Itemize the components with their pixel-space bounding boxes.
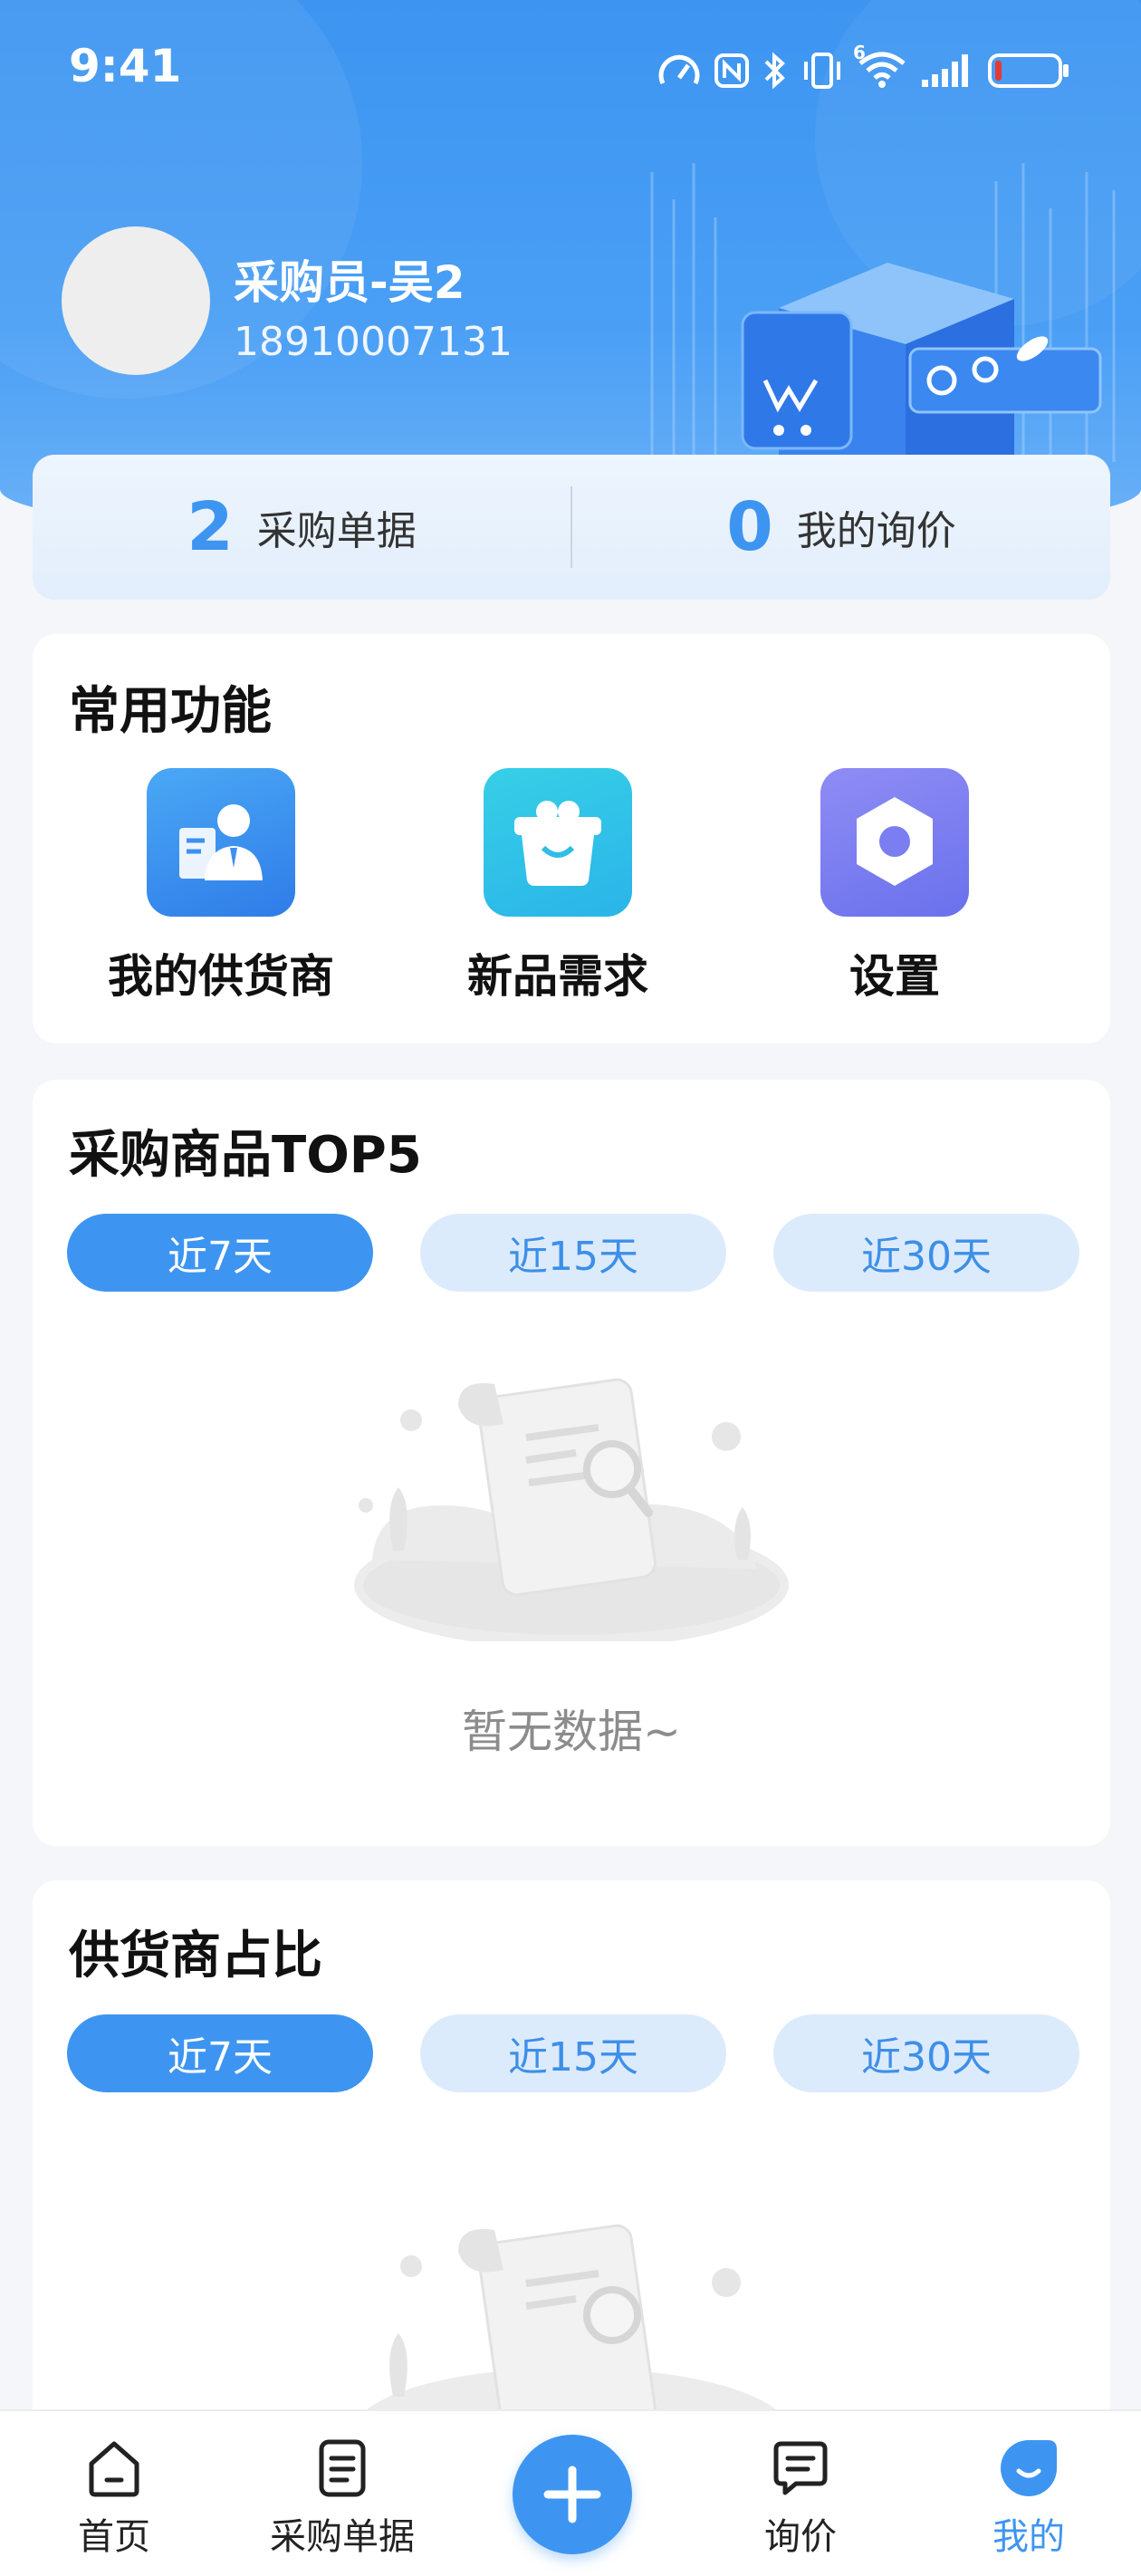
tab-30-days[interactable]: 近30天 <box>773 1214 1079 1292</box>
speedometer-icon <box>658 54 700 85</box>
profile-smile-icon <box>1001 2440 1057 2496</box>
nav-label: 采购单据 <box>270 2516 415 2558</box>
user-phone: 18910007131 <box>234 319 513 365</box>
plus-icon <box>543 2465 601 2523</box>
bluetooth-icon <box>764 52 785 90</box>
nav-label: 首页 <box>78 2516 150 2558</box>
stats-card: 2 采购单据 0 我的询价 <box>33 455 1110 600</box>
home-icon <box>89 2441 139 2497</box>
func-my-suppliers[interactable]: 我的供货商 <box>53 768 389 1005</box>
func-new-product-demand[interactable]: 新品需求 <box>389 768 726 1005</box>
stat-label: 我的询价 <box>796 508 956 554</box>
section-title: 采购商品TOP5 <box>69 1126 422 1185</box>
nav-home[interactable]: 首页 <box>14 2411 214 2576</box>
func-label: 我的供货商 <box>108 950 334 1003</box>
supplier-icon <box>147 768 295 917</box>
tab-7-days[interactable]: 近7天 <box>67 1214 373 1292</box>
func-settings[interactable]: 设置 <box>726 768 1063 1005</box>
tab-15-days[interactable]: 近15天 <box>420 1214 726 1292</box>
vibrate-icon <box>804 53 840 89</box>
nav-purchase-docs[interactable]: 采购单据 <box>243 2411 442 2576</box>
empty-text: 暂无数据~ <box>462 1706 681 1758</box>
stat-label: 采购单据 <box>256 508 417 554</box>
stat-purchase-docs[interactable]: 2 采购单据 <box>33 488 570 566</box>
signal-icon <box>922 54 968 87</box>
section-title: 供货商占比 <box>69 1927 322 1985</box>
stat-value: 2 <box>187 488 234 566</box>
message-icon <box>773 2441 828 2495</box>
add-button[interactable] <box>513 2435 632 2554</box>
period-tabs: 近7天 近15天 近30天 <box>67 2014 1079 2092</box>
avatar[interactable] <box>62 226 210 375</box>
user-name: 采购员-吴2 <box>234 256 465 309</box>
new-product-basket-icon <box>484 768 632 917</box>
func-label: 设置 <box>849 950 940 1003</box>
nav-inquiry[interactable]: 询价 <box>701 2411 900 2576</box>
tab-30-days[interactable]: 近30天 <box>773 2014 1079 2092</box>
document-icon <box>319 2439 366 2497</box>
header-illustration <box>650 163 1116 462</box>
section-title: 常用功能 <box>69 682 272 741</box>
status-time: 9:41 <box>69 40 182 92</box>
period-tabs: 近7天 近15天 近30天 <box>67 1214 1079 1292</box>
stat-my-inquiries[interactable]: 0 我的询价 <box>572 488 1110 566</box>
top5-card: 采购商品TOP5 近7天 近15天 近30天 暂无数据~ <box>33 1080 1110 1846</box>
settings-nut-icon <box>820 768 969 917</box>
nav-label: 我的 <box>992 2516 1065 2558</box>
stat-value: 0 <box>726 488 773 566</box>
common-functions-card: 常用功能 我的供货商 新品需求 设置 <box>33 634 1110 1043</box>
tab-15-days[interactable]: 近15天 <box>420 2014 726 2092</box>
battery-icon <box>988 53 1069 88</box>
status-bar: 9:41 6 <box>0 0 1141 145</box>
empty-state-illustration <box>354 1378 789 1641</box>
tab-7-days[interactable]: 近7天 <box>67 2014 373 2092</box>
nav-label: 询价 <box>764 2516 837 2558</box>
wifi-badge: 6 <box>853 42 866 63</box>
nav-mine[interactable]: 我的 <box>929 2411 1128 2576</box>
nfc-icon <box>714 53 749 88</box>
func-label: 新品需求 <box>467 950 648 1003</box>
